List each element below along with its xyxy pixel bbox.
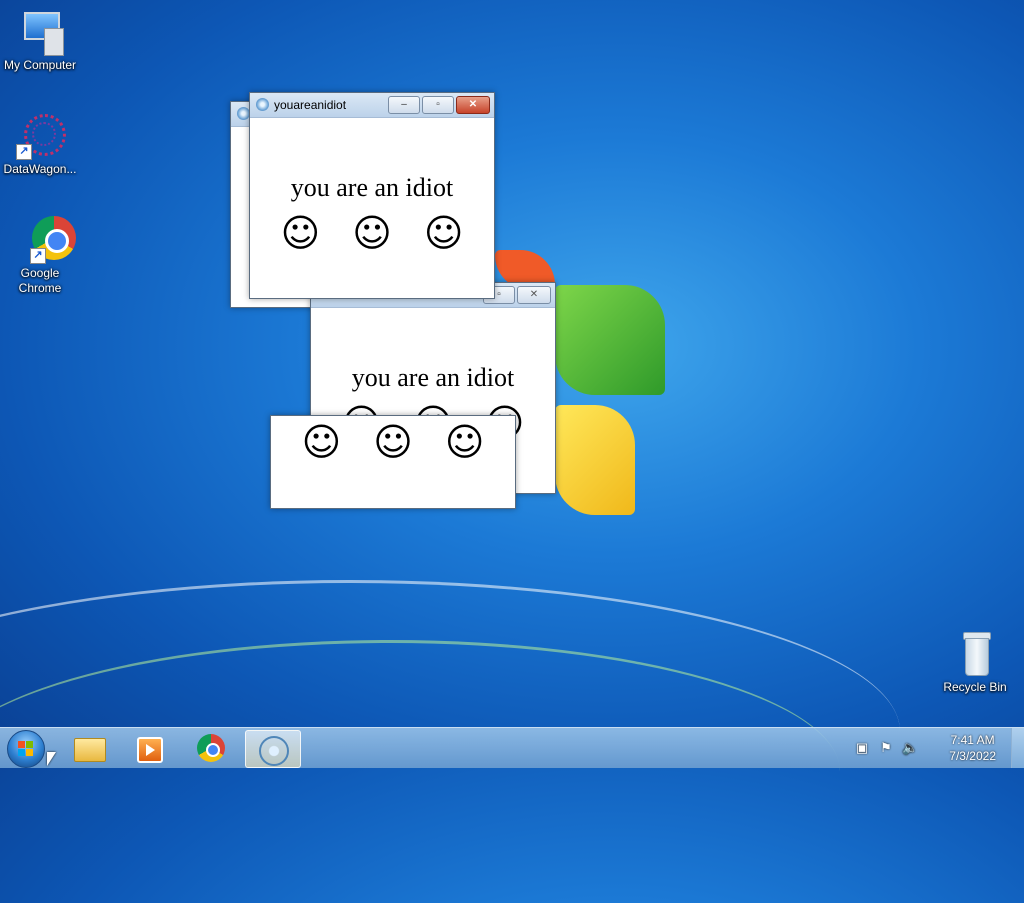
window-content: ☺ ☺ ☺: [271, 416, 515, 508]
desktop-icon-label: DataWagon...: [3, 162, 77, 176]
system-tray: ▣ ⚑ 🔈 7:41 AM 7/3/2022: [854, 728, 1024, 768]
taskbar: ▣ ⚑ 🔈 7:41 AM 7/3/2022: [0, 727, 1024, 768]
play-icon: [146, 744, 155, 756]
desktop-icon-label: Recycle Bin: [943, 680, 1007, 694]
app-icon: [256, 98, 269, 111]
minimize-button[interactable]: –: [388, 96, 420, 114]
clock-time: 7:41 AM: [950, 733, 995, 747]
window-title: youareanidiot: [274, 98, 347, 112]
start-button[interactable]: [7, 730, 45, 768]
chrome-icon: ↗: [16, 216, 76, 264]
recycle-bin-icon: [951, 630, 999, 678]
idiot-window-lower[interactable]: ☺ ☺ ☺: [270, 415, 516, 509]
computer-icon: [16, 8, 64, 56]
folder-icon: [74, 738, 106, 762]
maximize-button[interactable]: ▫: [422, 96, 454, 114]
desktop-icon-label: Google Chrome: [18, 266, 62, 295]
smiley-icon: ☺: [280, 211, 321, 255]
window-content: you are an idiot ☺ ☺ ☺: [250, 118, 494, 298]
windows-logo-icon: [18, 741, 34, 757]
action-center-flag-icon[interactable]: ⚑: [878, 740, 894, 756]
show-desktop-button[interactable]: [1011, 728, 1024, 768]
smiley-icon: ☺: [352, 211, 392, 255]
close-button[interactable]: ✕: [456, 96, 490, 114]
shortcut-arrow-icon: ↗: [30, 248, 46, 264]
taskbar-chrome-button[interactable]: [184, 730, 238, 766]
desktop-icon-datawagon[interactable]: ↗ DataWagon...: [0, 112, 80, 177]
desktop-icon-recycle-bin[interactable]: Recycle Bin: [935, 630, 1015, 695]
datawagon-icon: ↗: [16, 112, 66, 160]
clock[interactable]: 7:41 AM 7/3/2022: [949, 732, 996, 764]
clock-date: 7/3/2022: [949, 749, 996, 763]
idiot-message: you are an idiot: [290, 173, 454, 202]
atom-app-icon: [259, 736, 289, 766]
smiley-icon: ☺: [301, 420, 342, 464]
taskbar-media-player-button[interactable]: [122, 730, 176, 766]
idiot-window-front[interactable]: youareanidiot – ▫ ✕ you are an idiot ☺ ☺…: [249, 92, 495, 299]
taskbar-explorer-button[interactable]: [62, 730, 116, 766]
title-bar[interactable]: youareanidiot – ▫ ✕: [250, 93, 494, 118]
mouse-cursor: [47, 752, 56, 766]
desktop-icon-label: My Computer: [3, 58, 77, 72]
smiley-icon: ☺: [423, 211, 464, 255]
idiot-message: you are an idiot: [351, 363, 515, 392]
shortcut-arrow-icon: ↗: [16, 144, 32, 160]
desktop-icon-google-chrome[interactable]: ↗ Google Chrome: [0, 216, 80, 296]
desktop-icon-my-computer[interactable]: My Computer: [0, 8, 80, 73]
network-icon[interactable]: ▣: [854, 740, 870, 756]
close-button[interactable]: ✕: [517, 286, 551, 304]
volume-icon[interactable]: 🔈: [902, 740, 918, 756]
smiley-icon: ☺: [373, 420, 413, 464]
chrome-center-icon: [206, 743, 220, 757]
taskbar-idiot-app-button[interactable]: [245, 730, 301, 768]
smiley-icon: ☺: [444, 420, 485, 464]
